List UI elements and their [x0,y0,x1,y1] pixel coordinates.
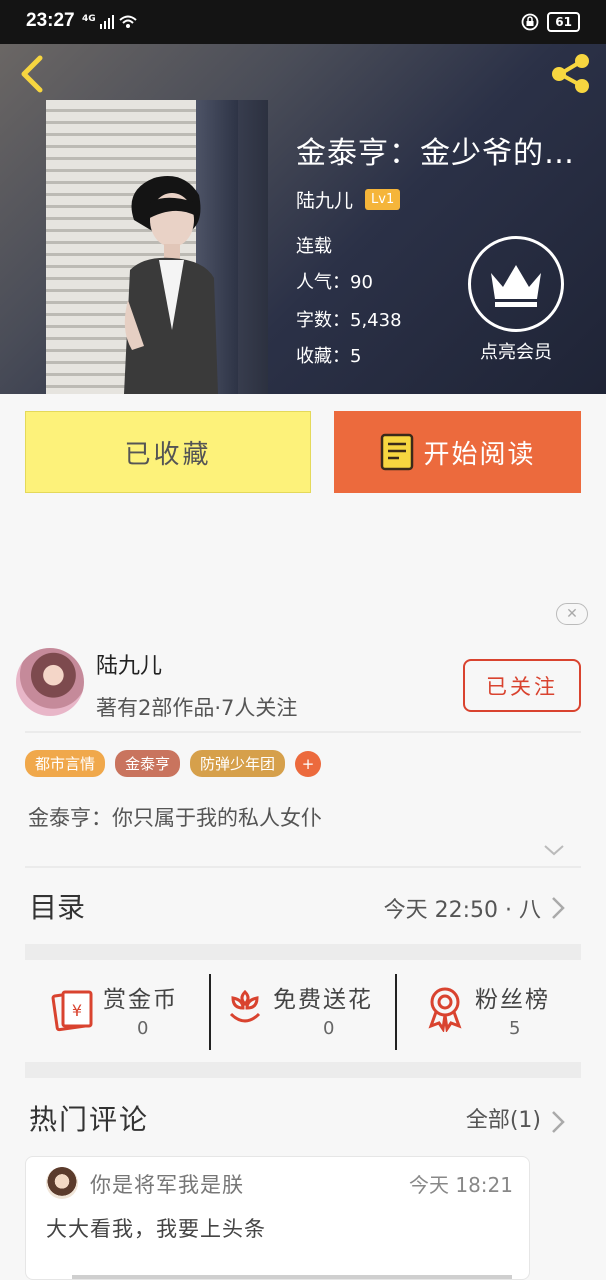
comment-action-bar [72,1275,512,1279]
reward-name: 粉丝榜 [475,987,550,1013]
author-avatar[interactable] [16,648,84,716]
reward-name: 免费送花 [273,987,373,1013]
section-separator [25,1062,581,1078]
svg-text:¥: ¥ [72,1001,82,1020]
tag-kim-taehyung[interactable]: 金泰亨 [115,750,181,777]
toc-latest-update: 今天 22:50 · 八 [383,898,541,923]
chevron-down-icon[interactable] [542,838,566,862]
battery-icon: 61 [547,12,580,32]
send-flower-button[interactable]: 免费送花 0 [209,974,395,1050]
reward-value: 0 [323,1018,335,1039]
author-stats: 著有2部作品·7人关注 [96,696,298,720]
close-ad-button[interactable]: ✕ [556,603,588,625]
chevron-right-icon [552,897,565,919]
chevron-right-icon[interactable] [551,1110,565,1134]
vip-label: 点亮会员 [480,342,552,363]
toc-title: 目录 [29,891,86,924]
red-envelope-icon: ¥ [51,990,93,1032]
reward-name: 赏金币 [103,987,178,1013]
tip-coins-button[interactable]: ¥ 赏金币 0 [25,974,209,1050]
network-label: 4G [82,14,96,24]
book-cover [46,100,268,394]
status-time: 23:27 [26,10,75,31]
commenter-avatar[interactable] [46,1167,78,1199]
favorites-count: 收藏：5 [296,346,362,367]
share-icon [552,54,589,93]
hot-comments-header: 热门评论 全部(1) [25,1094,581,1142]
book-icon [381,433,414,471]
status-bar: 23:27 4G 61 [0,0,606,44]
book-title: 金泰亨：金少爷的… [296,136,575,171]
fan-ranking-button[interactable]: 粉丝榜 5 [395,974,581,1050]
commenter-name[interactable]: 你是将军我是朕 [90,1169,244,1199]
add-tag-button[interactable]: + [295,750,322,777]
divider [25,731,581,733]
back-button[interactable] [14,52,54,96]
share-button[interactable] [546,50,596,96]
tag-urban-romance[interactable]: 都市言情 [25,750,106,777]
chevron-left-icon [21,55,43,93]
word-count: 字数：5,438 [296,310,402,331]
collected-button[interactable]: 已收藏 [25,411,311,493]
author-card-name[interactable]: 陆九儿 [96,648,162,680]
all-comments-link[interactable]: 全部(1) [466,1102,541,1134]
award-ribbon-icon [428,987,462,1032]
reward-value: 5 [509,1018,521,1039]
flower-icon [229,989,261,1023]
cover-person-image [124,176,218,394]
table-of-contents-row[interactable]: 目录 今天 22:50 · 八 [25,880,581,934]
serial-status: 连载 [296,236,332,257]
popularity: 人气：90 [296,272,373,293]
signal-icon: 4G [82,14,140,30]
start-reading-label: 开始阅读 [423,439,536,470]
crown-icon [491,265,541,307]
start-reading-button[interactable]: 开始阅读 [334,411,581,493]
book-description: 金泰亨：你只属于我的私人女仆 [28,806,322,830]
tag-list: 都市言情 金泰亨 防弹少年团 + [25,750,322,777]
tag-bts[interactable]: 防弹少年团 [190,750,286,777]
divider [25,866,581,868]
section-separator [25,944,581,960]
comment-card[interactable]: 你是将军我是朕 今天 18:21 大大看我，我要上头条 [25,1156,530,1280]
comment-text: 大大看我，我要上头条 [46,1217,266,1241]
hot-comments-title: 热门评论 [29,1103,150,1136]
book-header: 23:27 4G 61 金泰亨：金少爷的… 陆九儿 Lv1 连载 人气：90 字… [0,0,606,394]
level-badge: Lv1 [365,189,401,210]
follow-button[interactable]: 已关注 [463,659,581,712]
comment-time: 今天 18:21 [409,1173,513,1197]
rewards-bar: ¥ 赏金币 0 免费送花 0 粉丝榜 5 [25,974,581,1050]
reward-value: 0 [137,1018,149,1039]
author-name[interactable]: 陆九儿 [296,186,353,213]
rotation-lock-icon [521,13,539,31]
wifi-icon [99,15,137,29]
vip-membership-button[interactable]: 点亮会员 [466,236,566,364]
